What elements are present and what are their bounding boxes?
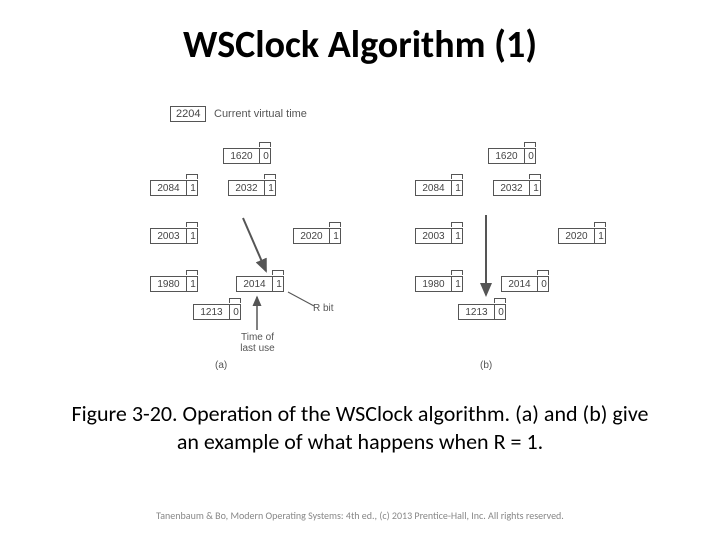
- page-time: 1620: [224, 149, 260, 163]
- page-rbit: 0: [525, 149, 537, 163]
- page-time: 2084: [416, 181, 452, 195]
- subfigure-a-label: (a): [215, 360, 227, 371]
- time-of-last-use-label: Time of last use: [230, 332, 285, 354]
- page-a-mid-right: 2020 1: [293, 228, 341, 246]
- page-b-lower-left: 1980 1: [415, 276, 463, 294]
- current-virtual-time-label: Current virtual time: [214, 108, 307, 120]
- page-rbit: 1: [330, 229, 342, 243]
- slide-title: WSClock Algorithm (1): [0, 22, 720, 68]
- page-b-top: 1620 0: [488, 148, 536, 166]
- page-rbit: 1: [452, 277, 464, 291]
- rbit-label-a: R bit: [313, 303, 334, 314]
- page-time: 2032: [229, 181, 265, 195]
- page-b-upper-left: 2084 1: [415, 180, 463, 198]
- page-a-top: 1620 0: [223, 148, 271, 166]
- page-a-mid-left: 2003 1: [150, 228, 198, 246]
- page-rbit: 1: [530, 181, 542, 195]
- page-time: 2032: [494, 181, 530, 195]
- page-b-mid-right: 2020 1: [558, 228, 606, 246]
- page-time: 1213: [459, 305, 495, 319]
- page-time: 1980: [151, 277, 187, 291]
- page-time: 1620: [489, 149, 525, 163]
- page-b-bottom: 1213 0: [458, 304, 506, 322]
- page-time: 2014: [502, 277, 538, 291]
- figure-3-20: 2204 Current virtual time 1620 0 2084 1 …: [118, 98, 618, 378]
- copyright-footer: Tanenbaum & Bo, Modern Operating Systems…: [0, 509, 720, 522]
- page-time: 1980: [416, 277, 452, 291]
- page-rbit: 1: [452, 229, 464, 243]
- page-rbit: 1: [265, 181, 277, 195]
- page-time: 2020: [294, 229, 330, 243]
- page-b-lower-right: 2014 0: [501, 276, 549, 294]
- page-rbit: 1: [452, 181, 464, 195]
- page-rbit: 1: [187, 229, 199, 243]
- page-rbit: 0: [495, 305, 507, 319]
- page-time: 2003: [416, 229, 452, 243]
- page-rbit: 1: [595, 229, 607, 243]
- figure-caption: Figure 3-20. Operation of the WSClock al…: [70, 400, 650, 455]
- page-b-mid-left: 2003 1: [415, 228, 463, 246]
- page-time: 2020: [559, 229, 595, 243]
- page-rbit: 0: [538, 277, 550, 291]
- clock-hand-a-icon: [238, 213, 288, 283]
- rbit-pointer-icon: [286, 290, 316, 310]
- page-rbit: 0: [260, 149, 272, 163]
- subfigure-b-label: (b): [480, 360, 492, 371]
- page-a-upper-left: 2084 1: [150, 180, 198, 198]
- cvt-value: 2204: [176, 108, 200, 120]
- page-rbit: 1: [187, 181, 199, 195]
- page-a-upper-right: 2032 1: [228, 180, 276, 198]
- page-a-bottom: 1213 0: [193, 304, 241, 322]
- current-virtual-time-box: 2204: [170, 106, 206, 122]
- page-time: 1213: [194, 305, 230, 319]
- page-rbit: 0: [230, 305, 242, 319]
- clock-hand-b-icon: [476, 213, 496, 303]
- page-rbit: 1: [187, 277, 199, 291]
- time-of-last-use-pointer-icon: [250, 294, 264, 332]
- page-b-upper-right: 2032 1: [493, 180, 541, 198]
- page-time: 2003: [151, 229, 187, 243]
- page-a-lower-left: 1980 1: [150, 276, 198, 294]
- page-time: 2084: [151, 181, 187, 195]
